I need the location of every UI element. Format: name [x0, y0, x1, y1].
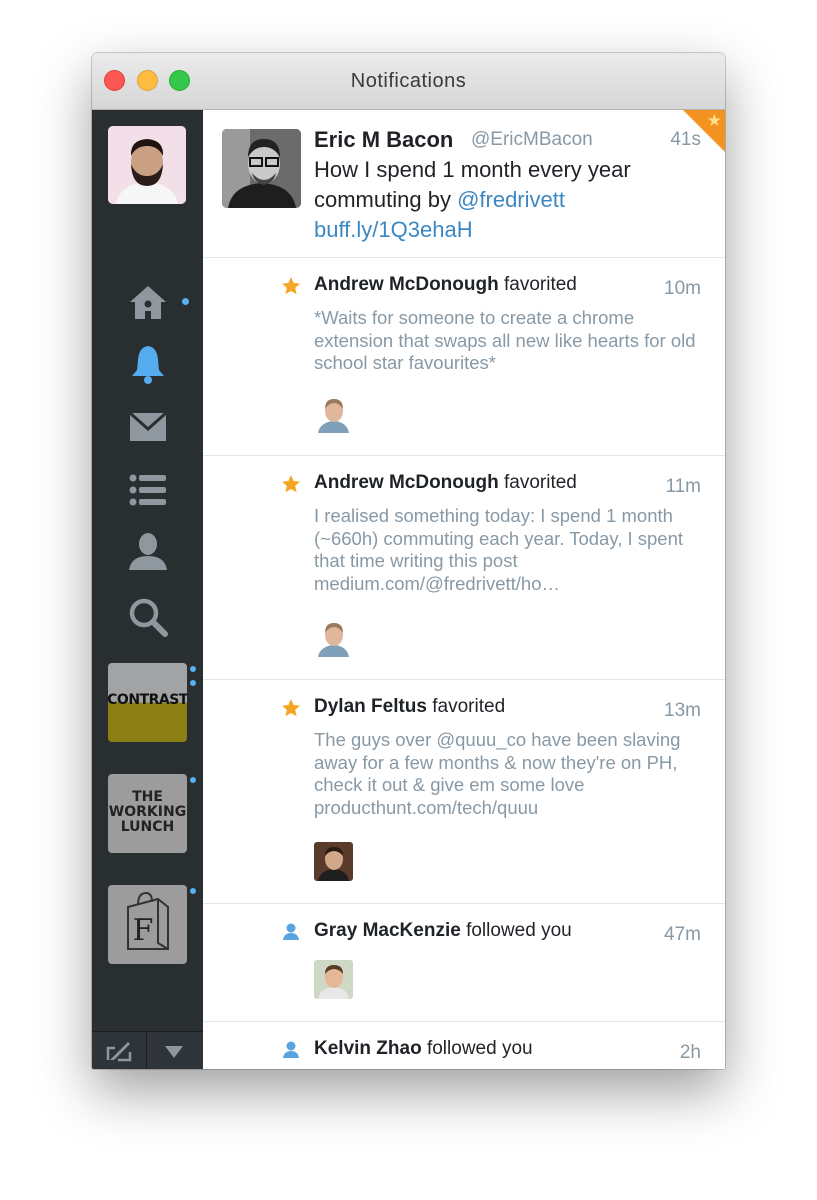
user-avatar[interactable]	[314, 842, 353, 881]
messages-envelope-icon[interactable]	[128, 407, 168, 447]
notification-summary: Gray MacKenzie followed you	[314, 920, 572, 942]
notification-tweet-text: The guys over @quuu_co have been slaving…	[314, 729, 681, 819]
column-working-lunch-unread-dot	[190, 777, 196, 783]
column-working-lunch-label: THE WORKING LUNCH	[108, 789, 187, 835]
search-icon[interactable]	[128, 597, 168, 637]
lists-icon[interactable]	[128, 470, 168, 510]
notification-user-name[interactable]: Kelvin Zhao	[314, 1038, 422, 1059]
notification-item[interactable]: Andrew McDonough favorited 10m *Waits fo…	[203, 258, 725, 456]
notification-action: favorited	[498, 274, 577, 295]
home-icon[interactable]	[128, 283, 168, 323]
follow-person-icon	[283, 1041, 299, 1058]
notification-summary: Kelvin Zhao followed you	[314, 1038, 533, 1060]
notification-item[interactable]: Gray MacKenzie followed you 47m	[203, 904, 725, 1022]
window-title: Notifications	[350, 70, 467, 92]
notification-user-name[interactable]: Dylan Feltus	[314, 696, 427, 717]
notification-timestamp: 47m	[664, 924, 701, 945]
account-avatar[interactable]	[108, 126, 186, 204]
user-avatar[interactable]	[314, 394, 353, 433]
title-bar: Notifications	[92, 53, 725, 110]
column-working-lunch[interactable]: THE WORKING LUNCH	[108, 774, 187, 853]
home-unread-dot	[182, 298, 189, 305]
notification-summary: Andrew McDonough favorited	[314, 472, 577, 494]
column-f-bag-label: F	[133, 913, 154, 948]
notification-action: favorited	[498, 472, 577, 493]
notifications-feed: Eric M Bacon @EricMBacon 41s How I spend…	[203, 110, 725, 1069]
tweet-author-handle[interactable]: @EricMBacon	[471, 129, 593, 151]
sidebar: CONTRAST THE WORKING LUNCH F	[92, 110, 203, 1069]
compose-quill-icon	[106, 1042, 132, 1062]
notification-tweet-text: I realised something today: I spend 1 mo…	[314, 505, 684, 595]
notification-tweet-text: *Waits for someone to create a chrome ex…	[314, 307, 696, 374]
notification-timestamp: 10m	[664, 278, 701, 299]
compose-button[interactable]	[92, 1032, 147, 1069]
notification-summary: Andrew McDonough favorited	[314, 274, 577, 296]
star-icon	[282, 699, 300, 717]
column-f-bag[interactable]: F	[108, 885, 187, 964]
tweet-author-avatar[interactable]	[222, 129, 301, 208]
sidebar-footer	[92, 1031, 203, 1069]
tweet[interactable]: Eric M Bacon @EricMBacon 41s How I spend…	[203, 110, 725, 258]
column-contrast-label: CONTRAST	[108, 692, 187, 708]
notification-action: followed you	[460, 920, 572, 941]
app-window: Notifications CONTRAST THE WORKING LUNCH…	[92, 53, 725, 1069]
notification-timestamp: 13m	[664, 700, 701, 721]
notification-timestamp: 11m	[665, 476, 701, 497]
user-avatar[interactable]	[314, 618, 353, 657]
tweet-text: How I spend 1 month every year commuting…	[314, 155, 704, 245]
more-menu-button[interactable]	[147, 1032, 202, 1069]
notification-user-name[interactable]: Gray MacKenzie	[314, 920, 461, 941]
star-icon	[282, 277, 300, 295]
notification-item[interactable]: Kelvin Zhao followed you 2h	[203, 1022, 725, 1069]
column-f-bag-unread-dot	[190, 888, 196, 894]
chevron-down-icon	[165, 1046, 183, 1058]
shopping-bag-icon: F	[127, 891, 169, 950]
notification-user-name[interactable]: Andrew McDonough	[314, 274, 499, 295]
notification-action: followed you	[421, 1038, 533, 1059]
star-icon	[282, 475, 300, 493]
column-contrast-unread-dot	[190, 666, 196, 672]
profile-icon[interactable]	[128, 532, 168, 572]
notification-summary: Dylan Feltus favorited	[314, 696, 505, 718]
notification-user-name[interactable]: Andrew McDonough	[314, 472, 499, 493]
tweet-url-link[interactable]: buff.ly/1Q3ehaH	[314, 217, 473, 242]
notification-item[interactable]: Dylan Feltus favorited 13m The guys over…	[203, 680, 725, 904]
column-contrast-unread-dot-2	[190, 680, 196, 686]
follow-person-icon	[283, 923, 299, 940]
tweet-mention-link[interactable]: @fredrivett	[457, 187, 565, 212]
column-contrast[interactable]: CONTRAST	[108, 663, 187, 742]
star-icon: ★	[706, 111, 722, 130]
notification-timestamp: 2h	[679, 1042, 701, 1063]
notification-item[interactable]: Andrew McDonough favorited 11m I realise…	[203, 456, 725, 680]
notification-action: favorited	[426, 696, 506, 717]
user-avatar[interactable]	[314, 960, 353, 999]
notifications-bell-icon[interactable]	[128, 344, 168, 384]
tweet-author-name[interactable]: Eric M Bacon	[314, 127, 453, 153]
